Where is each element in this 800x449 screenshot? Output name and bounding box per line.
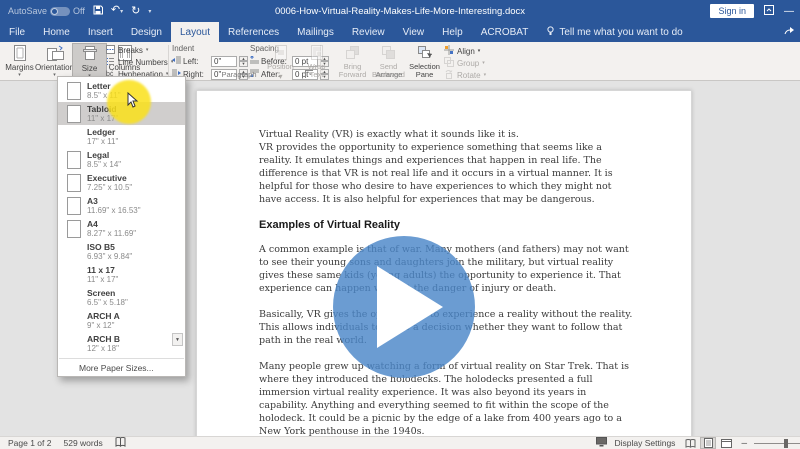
paragraph: Virtual Reality (VR) is exactly what it … bbox=[259, 128, 637, 206]
tab-insert[interactable]: Insert bbox=[79, 22, 122, 42]
autosave-label: AutoSave bbox=[8, 6, 47, 16]
redo-icon[interactable]: ↻ bbox=[131, 6, 140, 17]
indent-left-stepper[interactable]: ▲▼ bbox=[239, 56, 248, 67]
play-icon bbox=[377, 266, 443, 348]
word-count[interactable]: 529 words bbox=[63, 438, 102, 448]
qat-customize-icon[interactable]: ▾ bbox=[148, 8, 151, 15]
paper-thumbnail bbox=[67, 151, 81, 169]
save-icon[interactable] bbox=[93, 5, 103, 18]
page-indicator[interactable]: Page 1 of 2 bbox=[8, 438, 51, 448]
tab-view[interactable]: View bbox=[394, 22, 434, 42]
indent-header: Indent bbox=[172, 44, 248, 53]
zoom-out-button[interactable]: – bbox=[741, 438, 747, 449]
margins-icon bbox=[12, 45, 28, 63]
proofing-icon[interactable] bbox=[115, 437, 126, 449]
autosave-state: Off bbox=[73, 6, 85, 16]
tab-file[interactable]: File bbox=[0, 22, 34, 42]
zoom-slider[interactable] bbox=[754, 443, 800, 444]
size-option-11x17[interactable]: 11 x 1711" x 17" bbox=[58, 263, 185, 286]
breaks-button[interactable]: Breaks▾ bbox=[106, 45, 173, 55]
paper-thumbnail bbox=[67, 197, 81, 215]
status-bar: Page 1 of 2 529 words Display Settings – bbox=[0, 436, 800, 449]
send-backward-icon bbox=[381, 45, 396, 62]
size-option-a3[interactable]: A311.69" x 16.53" bbox=[58, 194, 185, 217]
tab-home[interactable]: Home bbox=[34, 22, 79, 42]
print-layout-icon[interactable] bbox=[700, 437, 716, 449]
tab-references[interactable]: References bbox=[219, 22, 288, 42]
zoom-slider-thumb[interactable] bbox=[784, 439, 788, 448]
group-button[interactable]: Group▾ bbox=[444, 58, 486, 68]
share-icon[interactable] bbox=[784, 23, 796, 41]
size-button[interactable]: Size ▾ bbox=[72, 43, 107, 79]
line-numbers-icon bbox=[106, 57, 115, 68]
paper-thumbnail bbox=[67, 82, 81, 100]
heading-examples: Examples of Virtual Reality bbox=[259, 219, 637, 232]
tab-review[interactable]: Review bbox=[343, 22, 394, 42]
align-icon bbox=[444, 45, 454, 57]
tell-me-label: Tell me what you want to do bbox=[559, 27, 682, 38]
margins-button[interactable]: Margins ▾ bbox=[2, 43, 37, 79]
quick-access-toolbar: AutoSave Off ↶▾ ↻ ▾ bbox=[0, 5, 151, 18]
wrap-text-icon bbox=[310, 45, 324, 62]
autosave-pill bbox=[50, 7, 70, 16]
align-button[interactable]: Align▾ bbox=[444, 46, 486, 56]
orientation-icon bbox=[46, 45, 64, 63]
selection-pane-icon bbox=[417, 45, 432, 62]
sign-in-button[interactable]: Sign in bbox=[710, 4, 754, 18]
mouse-cursor bbox=[127, 92, 139, 114]
paper-thumbnail bbox=[67, 220, 81, 238]
tell-me-box[interactable]: Tell me what you want to do bbox=[537, 22, 691, 42]
video-play-button[interactable] bbox=[333, 236, 475, 378]
size-option-ledger[interactable]: Ledger17" x 11" bbox=[58, 125, 185, 148]
spacing-before-icon bbox=[250, 56, 259, 66]
tab-design[interactable]: Design bbox=[122, 22, 171, 42]
size-option-arch-a[interactable]: ARCH A9" x 12" bbox=[58, 309, 185, 332]
size-option-executive[interactable]: Executive7.25" x 10.5" bbox=[58, 171, 185, 194]
tab-layout[interactable]: Layout bbox=[171, 22, 219, 42]
bring-forward-icon bbox=[345, 45, 360, 62]
position-icon bbox=[274, 45, 288, 62]
size-option-iso-b5[interactable]: ISO B56.93" x 9.84" bbox=[58, 240, 185, 263]
ribbon-tab-row: File Home Insert Design Layout Reference… bbox=[0, 22, 800, 42]
autosave-toggle[interactable]: AutoSave Off bbox=[8, 6, 85, 16]
display-settings-icon[interactable] bbox=[596, 437, 607, 449]
arrange-group-label: Arrange bbox=[264, 70, 514, 79]
more-paper-sizes-item[interactable]: More Paper Sizes... bbox=[58, 359, 185, 376]
size-option-legal[interactable]: Legal8.5" x 14" bbox=[58, 148, 185, 171]
paper-thumbnail bbox=[67, 105, 81, 123]
minimize-icon[interactable]: — bbox=[784, 6, 794, 17]
size-icon bbox=[83, 46, 97, 64]
paper-thumbnail bbox=[67, 174, 81, 192]
menu-scroll-down-icon[interactable]: ▼ bbox=[172, 333, 183, 346]
tell-me-icon bbox=[546, 26, 555, 39]
indent-left-icon bbox=[172, 56, 181, 66]
ribbon-display-options-icon[interactable] bbox=[764, 5, 774, 18]
indent-left-input[interactable]: 0" bbox=[211, 56, 237, 67]
group-icon bbox=[444, 57, 454, 69]
size-option-a4[interactable]: A48.27" x 11.69" bbox=[58, 217, 185, 240]
web-layout-icon[interactable] bbox=[718, 437, 734, 449]
tab-help[interactable]: Help bbox=[433, 22, 472, 42]
read-mode-icon[interactable] bbox=[682, 437, 698, 449]
line-numbers-button[interactable]: Line Numbers▾ bbox=[106, 57, 173, 67]
breaks-icon bbox=[106, 45, 115, 56]
tab-acrobat[interactable]: ACROBAT bbox=[472, 22, 538, 42]
display-settings-label[interactable]: Display Settings bbox=[614, 438, 675, 448]
size-option-arch-b[interactable]: ARCH B12" x 18" bbox=[58, 332, 185, 355]
orientation-button[interactable]: Orientation ▾ bbox=[37, 43, 72, 79]
tab-mailings[interactable]: Mailings bbox=[288, 22, 343, 42]
title-bar: AutoSave Off ↶▾ ↻ ▾ 0006-How-Virtual-Rea… bbox=[0, 0, 800, 22]
paragraph: Many people grew up watching a form of v… bbox=[259, 360, 637, 436]
size-option-screen[interactable]: Screen6.5" x 5.18" bbox=[58, 286, 185, 309]
undo-icon[interactable]: ↶▾ bbox=[111, 5, 123, 18]
